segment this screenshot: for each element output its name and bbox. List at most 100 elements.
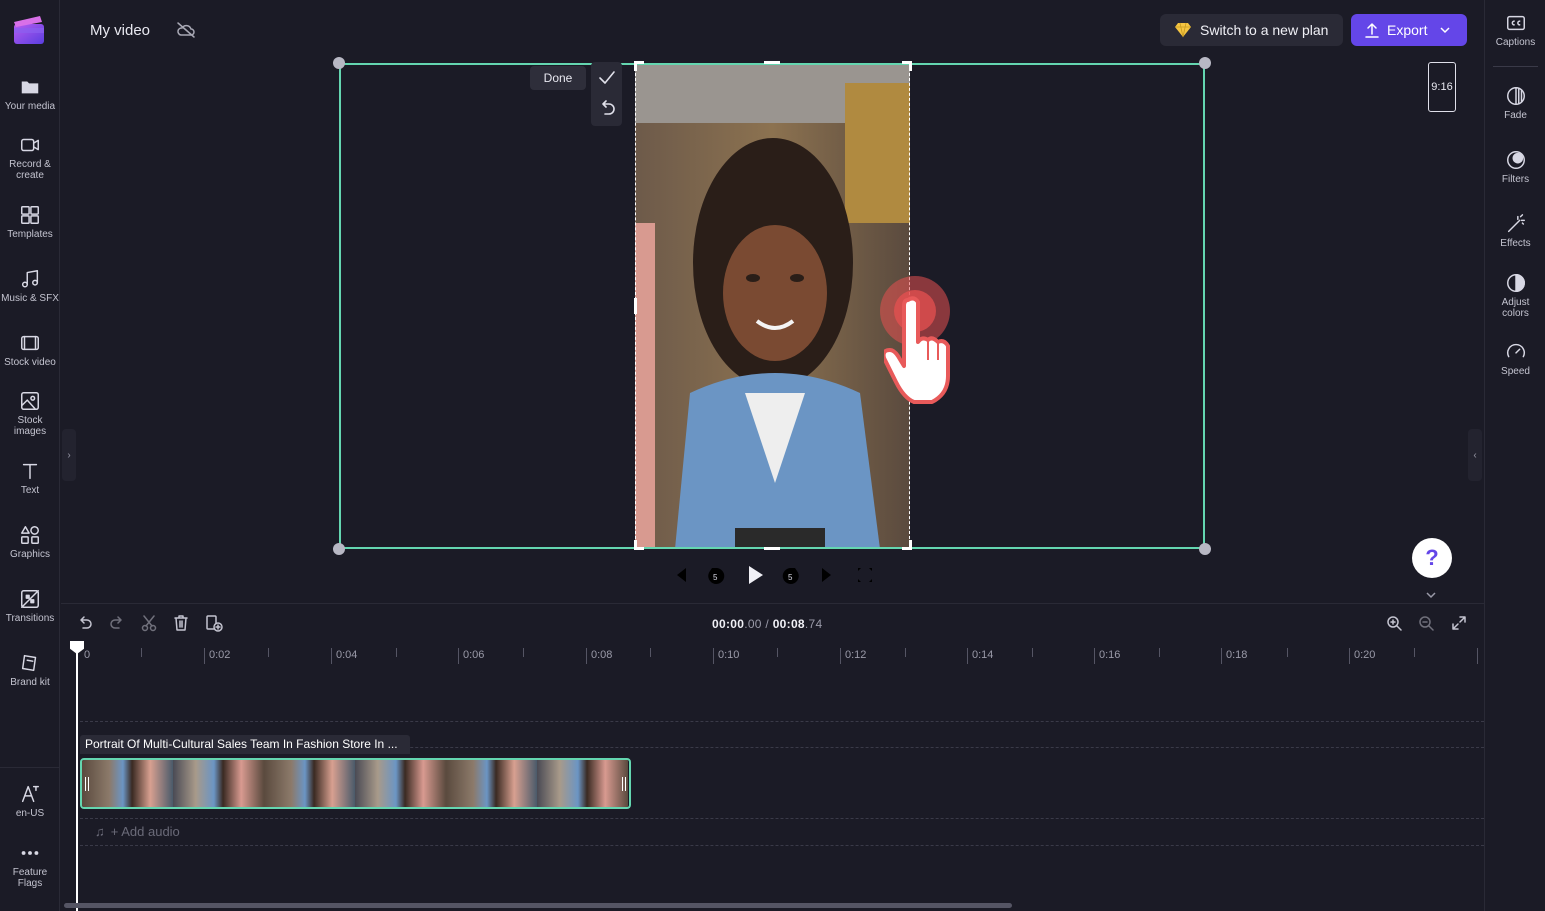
nav-transitions[interactable]: Transitions: [0, 588, 60, 624]
nav-label: Transitions: [5, 613, 55, 624]
zoom-in-icon[interactable]: [1385, 614, 1403, 632]
nav-label: Fade: [1504, 110, 1527, 121]
clip-thumbnail: [82, 760, 173, 807]
expand-left-panel-button[interactable]: ›: [62, 429, 76, 481]
nav-label: Effects: [1500, 238, 1531, 249]
fit-to-screen-icon[interactable]: [1450, 614, 1468, 632]
crop-handle-top[interactable]: [764, 61, 780, 64]
ruler-minor-tick: [1414, 648, 1415, 657]
clip-trim-handle-right[interactable]: [622, 777, 626, 791]
clipchamp-logo[interactable]: [12, 14, 46, 46]
canvas-corner-handle[interactable]: [1199, 543, 1211, 555]
nav-adjust-colors[interactable]: Adjust colors: [1485, 272, 1545, 319]
video-clip[interactable]: [80, 758, 631, 809]
timeline-scrollbar[interactable]: [64, 903, 1012, 908]
svg-text:5: 5: [713, 573, 718, 582]
clip-title[interactable]: Portrait Of Multi-Cultural Sales Team In…: [80, 735, 410, 754]
duplicate-icon[interactable]: [204, 614, 224, 632]
crop-handle-top-right[interactable]: [909, 61, 912, 71]
brand-icon: [21, 654, 37, 672]
nav-text[interactable]: Text: [0, 460, 60, 496]
fullscreen-icon[interactable]: [855, 563, 875, 587]
export-button[interactable]: Export: [1351, 14, 1467, 46]
undo-icon[interactable]: [76, 614, 94, 632]
aspect-ratio-button[interactable]: 9:16: [1428, 62, 1456, 112]
nav-brand-kit[interactable]: Brand kit: [0, 652, 60, 688]
nav-filters[interactable]: Filters: [1485, 149, 1545, 185]
nav-label: Speed: [1501, 366, 1530, 377]
chevron-down-icon[interactable]: [1424, 590, 1438, 600]
nav-fade[interactable]: Fade: [1485, 85, 1545, 121]
ruler-minor-tick: [268, 648, 269, 657]
skip-to-start-icon[interactable]: [670, 563, 690, 587]
play-icon[interactable]: [744, 563, 766, 587]
checkmark-icon[interactable]: [598, 69, 616, 87]
playhead[interactable]: [76, 644, 78, 911]
help-button[interactable]: ?: [1412, 538, 1452, 578]
reset-icon[interactable]: [598, 100, 616, 118]
nav-music-sfx[interactable]: Music & SFX: [0, 268, 60, 304]
folder-icon: [21, 81, 39, 94]
total-time: 00:08: [772, 617, 805, 631]
clip-trim-handle-left[interactable]: [85, 777, 89, 791]
scissors-icon[interactable]: [140, 614, 158, 632]
film-icon: [21, 335, 39, 351]
nav-stock-video[interactable]: Stock video: [0, 332, 60, 368]
trash-icon[interactable]: [172, 614, 190, 632]
project-title[interactable]: My video: [90, 22, 150, 39]
nav-stock-images[interactable]: Stock images: [0, 390, 60, 437]
canvas-corner-handle[interactable]: [1199, 57, 1211, 69]
camera-icon: [21, 138, 39, 152]
ruler-minor-tick: [1032, 648, 1033, 657]
clip-thumbnail: [446, 760, 537, 807]
nav-label: Stock images: [13, 415, 47, 437]
expand-right-panel-button[interactable]: ‹: [1468, 429, 1482, 481]
ruler-minor-tick: [1159, 648, 1160, 657]
nav-templates[interactable]: Templates: [0, 204, 60, 240]
ruler-tick-label: 0:02: [209, 649, 231, 661]
crop-handle-top-left[interactable]: [634, 61, 637, 71]
total-time-fraction: .74: [804, 617, 823, 631]
nav-feature-flags[interactable]: Feature Flags: [0, 842, 60, 889]
redo-icon[interactable]: [108, 614, 126, 632]
canvas-corner-handle[interactable]: [333, 543, 345, 555]
cloud-off-icon[interactable]: [176, 21, 196, 39]
left-sidebar: Your media Record & create Templates Mus…: [0, 0, 60, 911]
nav-language[interactable]: en-US: [0, 783, 60, 819]
nav-label: Templates: [7, 229, 53, 240]
clip-thumbnail: [537, 760, 628, 807]
rewind-5s-icon[interactable]: 5: [705, 563, 727, 587]
right-sidebar: Captions Fade Filters Effects Adjust col…: [1484, 0, 1545, 911]
zoom-out-icon[interactable]: [1417, 614, 1435, 632]
time-ruler[interactable]: 0 0:02 0:04 0:06 0:08 0:10 0:12 0:14 0:1…: [61, 644, 1484, 668]
add-audio-button[interactable]: ♫ + Add audio: [95, 824, 180, 839]
ruler-tick-label: 0:10: [718, 649, 740, 661]
nav-effects[interactable]: Effects: [1485, 213, 1545, 249]
transitions-icon: [21, 590, 39, 608]
nav-graphics[interactable]: Graphics: [0, 524, 60, 560]
crop-handle-left[interactable]: [634, 298, 637, 314]
text-track[interactable]: [80, 721, 1484, 722]
canvas-corner-handle[interactable]: [333, 57, 345, 69]
chevron-down-icon: [1440, 27, 1450, 34]
nav-record-create[interactable]: Record & create: [0, 134, 60, 181]
nav-your-media[interactable]: Your media: [0, 76, 60, 112]
nav-label: Record & create: [9, 159, 51, 181]
shapes-icon: [21, 526, 39, 544]
nav-speed[interactable]: Speed: [1485, 341, 1545, 377]
crop-box[interactable]: [635, 63, 910, 549]
ruler-minor-tick: [650, 648, 651, 657]
ruler-tick-label: 0:08: [591, 649, 613, 661]
track-divider: [80, 845, 1484, 846]
switch-plan-button[interactable]: Switch to a new plan: [1160, 14, 1343, 46]
crop-handle-bottom-left[interactable]: [634, 540, 637, 550]
clip-thumbnail: [264, 760, 355, 807]
crop-handle-bottom[interactable]: [764, 547, 780, 550]
crop-handle-bottom-right[interactable]: [909, 540, 912, 550]
nav-captions[interactable]: Captions: [1485, 12, 1545, 48]
audio-track[interactable]: [80, 818, 1484, 819]
chevron-right-icon: ›: [67, 449, 71, 461]
ruler-minor-tick: [1287, 648, 1288, 657]
forward-5s-icon[interactable]: 5: [780, 563, 802, 587]
skip-to-end-icon[interactable]: [818, 563, 838, 587]
